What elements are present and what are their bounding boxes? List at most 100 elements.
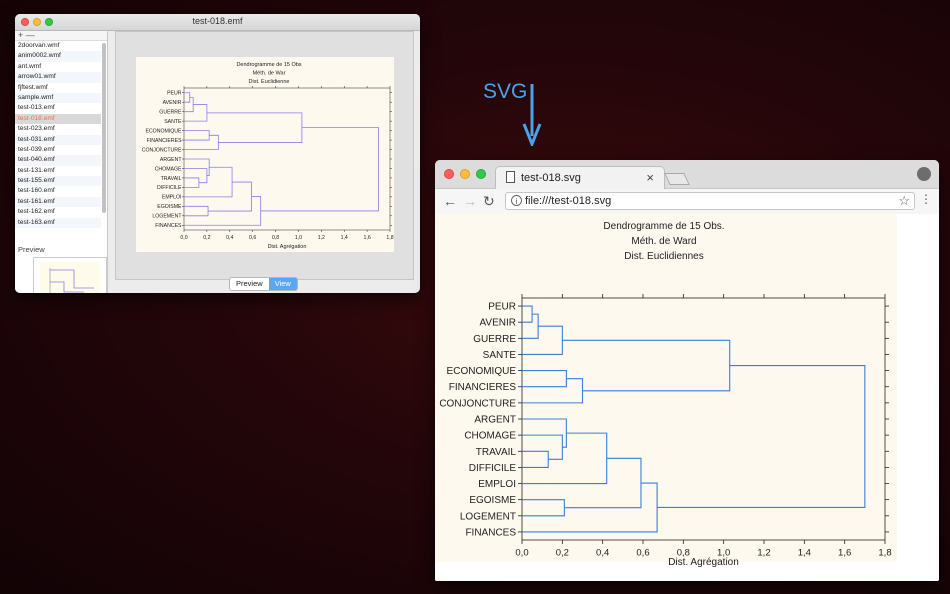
leaf-label: DIFFICILE: [469, 463, 517, 474]
x-tick-label: 1,8: [878, 548, 891, 559]
chart-title: Dendrogramme de 15 Obs: [236, 62, 301, 68]
file-list-item[interactable]: test-162.emf: [15, 207, 101, 217]
x-tick-label: 1,8: [386, 235, 393, 241]
file-list-item[interactable]: test-155.emf: [15, 176, 101, 187]
viewer-titlebar: test-018.emf: [15, 14, 420, 31]
url-text: file:///test-018.svg: [525, 195, 612, 207]
browser-window: test-018.svg × ← → ↻ i file:///test-018.…: [435, 160, 939, 581]
x-axis-label: Dist. Agrégation: [268, 244, 307, 250]
down-arrow-icon: [522, 84, 542, 146]
leaf-label: PEUR: [488, 302, 516, 313]
info-icon[interactable]: i: [511, 195, 522, 206]
x-tick-label: 1,2: [757, 548, 770, 559]
preview-view-segmented-control: Preview View: [229, 277, 298, 291]
file-list-item[interactable]: test-161.emf: [15, 196, 101, 208]
leaf-label: CHOMAGE: [155, 166, 182, 172]
emf-dendrogram: Dendrogramme de 15 Obs Méth. de War Dist. …: [136, 57, 394, 252]
svg-dendrogram: Dendrogramme de 15 Obs. Méth. de Ward Dist…: [435, 214, 897, 568]
leaf-label: LOGEMENT: [152, 214, 182, 220]
leaf-label: EGOISME: [157, 204, 182, 210]
browser-zoom-button[interactable]: [476, 169, 486, 179]
leaf-label: TRAVAIL: [161, 176, 182, 182]
leaf-label: CHOMAGE: [464, 431, 516, 442]
menu-icon[interactable]: ⋮: [920, 193, 932, 205]
file-list-item[interactable]: test-031.emf: [15, 134, 101, 145]
file-list-item[interactable]: anim0002.wmf: [15, 51, 101, 62]
x-tick-label: 0,0: [180, 235, 187, 241]
file-list-item[interactable]: test-040.emf: [15, 155, 101, 166]
leaf-label: TRAVAIL: [476, 447, 517, 458]
address-bar[interactable]: i file:///test-018.svg ☆: [505, 192, 915, 210]
viewer-content: Dendrogramme de 15 Obs Méth. de War Dist. …: [115, 31, 414, 280]
leaf-label: CONJONCTURE: [439, 398, 516, 409]
file-list-item[interactable]: test-013.emf: [15, 103, 101, 113]
leaf-label: EMPLOI: [478, 479, 516, 490]
x-tick-label: 0,6: [249, 235, 256, 241]
file-list: 2doorvan.wmf anim0002.wmf ant.wmf arrow01.w…: [15, 41, 101, 237]
browser-toolbar: ← → ↻ i file:///test-018.svg ☆ ⋮: [435, 189, 939, 215]
bookmark-star-icon[interactable]: ☆: [898, 193, 910, 209]
file-list-item[interactable]: test-131.emf: [15, 166, 101, 176]
leaf-label: FINANCES: [155, 223, 182, 229]
leaf-label: GUERRE: [159, 109, 182, 115]
tab-close-icon[interactable]: ×: [646, 170, 654, 185]
leaf-label: GUERRE: [473, 334, 516, 345]
file-list-item[interactable]: test-023.emf: [15, 124, 101, 134]
x-axis-label: Dist. Agrégation: [668, 557, 739, 568]
file-list-item[interactable]: test-018.emf: [15, 113, 101, 125]
leaf-label: AVENIR: [480, 318, 517, 329]
x-tick-label: 1,2: [318, 235, 325, 241]
leaf-label: EMPLOI: [162, 195, 182, 201]
x-tick-label: 1,4: [341, 235, 348, 241]
add-remove-buttons[interactable]: + —: [15, 31, 107, 41]
leaf-label: FINANCIERES: [449, 382, 517, 393]
browser-viewport: Dendrogramme de 15 Obs. Méth. de Ward Dist…: [435, 214, 939, 581]
file-sidebar: + — 2doorvan.wmf anim0002.wmf ant.wmf arrow…: [15, 31, 108, 293]
file-list-item[interactable]: fjftest.wmf: [15, 83, 101, 93]
segment-preview[interactable]: Preview: [230, 278, 269, 290]
browser-close-button[interactable]: [444, 169, 454, 179]
tab-strip: test-018.svg ×: [435, 160, 939, 189]
x-tick-label: 1,0: [295, 235, 302, 241]
leaf-label: CONJONCTURE: [142, 147, 182, 153]
leaf-label: ECONOMIQUE: [447, 366, 517, 377]
leaf-label: AVENIR: [163, 100, 182, 106]
leaf-label: LOGEMENT: [460, 511, 516, 522]
chart-title: Dist. Euclidiennes: [624, 251, 703, 262]
file-list-item[interactable]: test-160.emf: [15, 186, 101, 196]
forward-icon[interactable]: →: [463, 193, 477, 209]
preview-thumbnail: [33, 257, 107, 293]
leaf-label: FINANCES: [465, 527, 516, 538]
x-tick-label: 0,0: [515, 548, 528, 559]
x-tick-label: 0,8: [272, 235, 279, 241]
chart-title: Dendrogramme de 15 Obs.: [603, 221, 724, 232]
leaf-label: ECONOMIQUE: [145, 128, 182, 134]
new-tab-button[interactable]: [664, 173, 690, 185]
leaf-label: SANTE: [164, 119, 182, 125]
x-tick-label: 0,6: [636, 548, 649, 559]
emf-viewer-window: test-018.emf + — 2doorvan.wmf anim0002.wm…: [15, 14, 420, 293]
leaf-label: ARGENT: [160, 157, 182, 163]
back-icon[interactable]: ←: [443, 193, 457, 209]
file-list-item[interactable]: 2doorvan.wmf: [15, 41, 101, 51]
reload-icon[interactable]: ↻: [483, 193, 495, 209]
leaf-label: EGOISME: [469, 495, 516, 506]
browser-minimize-button[interactable]: [460, 169, 470, 179]
segment-view[interactable]: View: [268, 278, 297, 290]
file-list-scrollbar[interactable]: [102, 43, 106, 213]
file-list-item[interactable]: sample.wmf: [15, 92, 101, 104]
file-list-item[interactable]: arrow01.wmf: [15, 72, 101, 83]
profile-icon[interactable]: [917, 167, 931, 181]
x-tick-label: 1,6: [364, 235, 371, 241]
leaf-label: ARGENT: [474, 415, 516, 426]
x-tick-label: 0,4: [596, 548, 609, 559]
x-tick-label: 0,4: [226, 235, 233, 241]
file-list-item[interactable]: test-039.emf: [15, 145, 101, 155]
chart-title: Méth. de Ward: [631, 236, 696, 247]
leaf-label: FINANCIERES: [147, 138, 182, 144]
file-list-item[interactable]: test-163.emf: [15, 217, 101, 229]
leaf-label: DIFFICILE: [157, 185, 182, 191]
file-list-item[interactable]: ant.wmf: [15, 62, 101, 72]
browser-tab[interactable]: test-018.svg ×: [495, 166, 665, 189]
x-tick-label: 1,4: [798, 548, 811, 559]
